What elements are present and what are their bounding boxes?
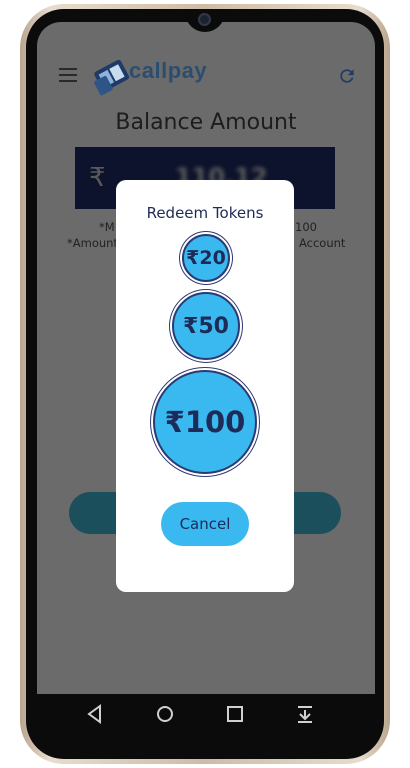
token-100-button[interactable]: ₹100 (153, 370, 257, 474)
volume-button (386, 250, 390, 310)
notifications-down-icon[interactable] (293, 702, 317, 726)
recents-icon[interactable] (223, 702, 247, 726)
note-left-1: *M (99, 220, 115, 234)
refresh-icon[interactable] (337, 66, 357, 86)
cancel-button[interactable]: Cancel (161, 502, 249, 546)
app-name: callpay (129, 58, 208, 83)
android-nav-bar (37, 694, 375, 736)
note-right-1: 100 (295, 220, 317, 234)
token-50-button[interactable]: ₹50 (172, 292, 240, 360)
home-icon[interactable] (153, 702, 177, 726)
redeem-tokens-dialog: Redeem Tokens ₹20 ₹50 ₹100 Cancel (116, 180, 294, 592)
note-left-2: *Amount (67, 236, 118, 250)
power-button (386, 320, 390, 350)
dialog-title: Redeem Tokens (146, 204, 264, 222)
back-icon[interactable] (83, 702, 107, 726)
rupee-symbol: ₹ (89, 163, 106, 193)
hamburger-menu-icon[interactable] (59, 68, 77, 82)
front-camera (198, 13, 211, 26)
note-right-2: Account (299, 236, 346, 250)
token-20-button[interactable]: ₹20 (182, 234, 230, 282)
balance-title: Balance Amount (115, 110, 297, 135)
